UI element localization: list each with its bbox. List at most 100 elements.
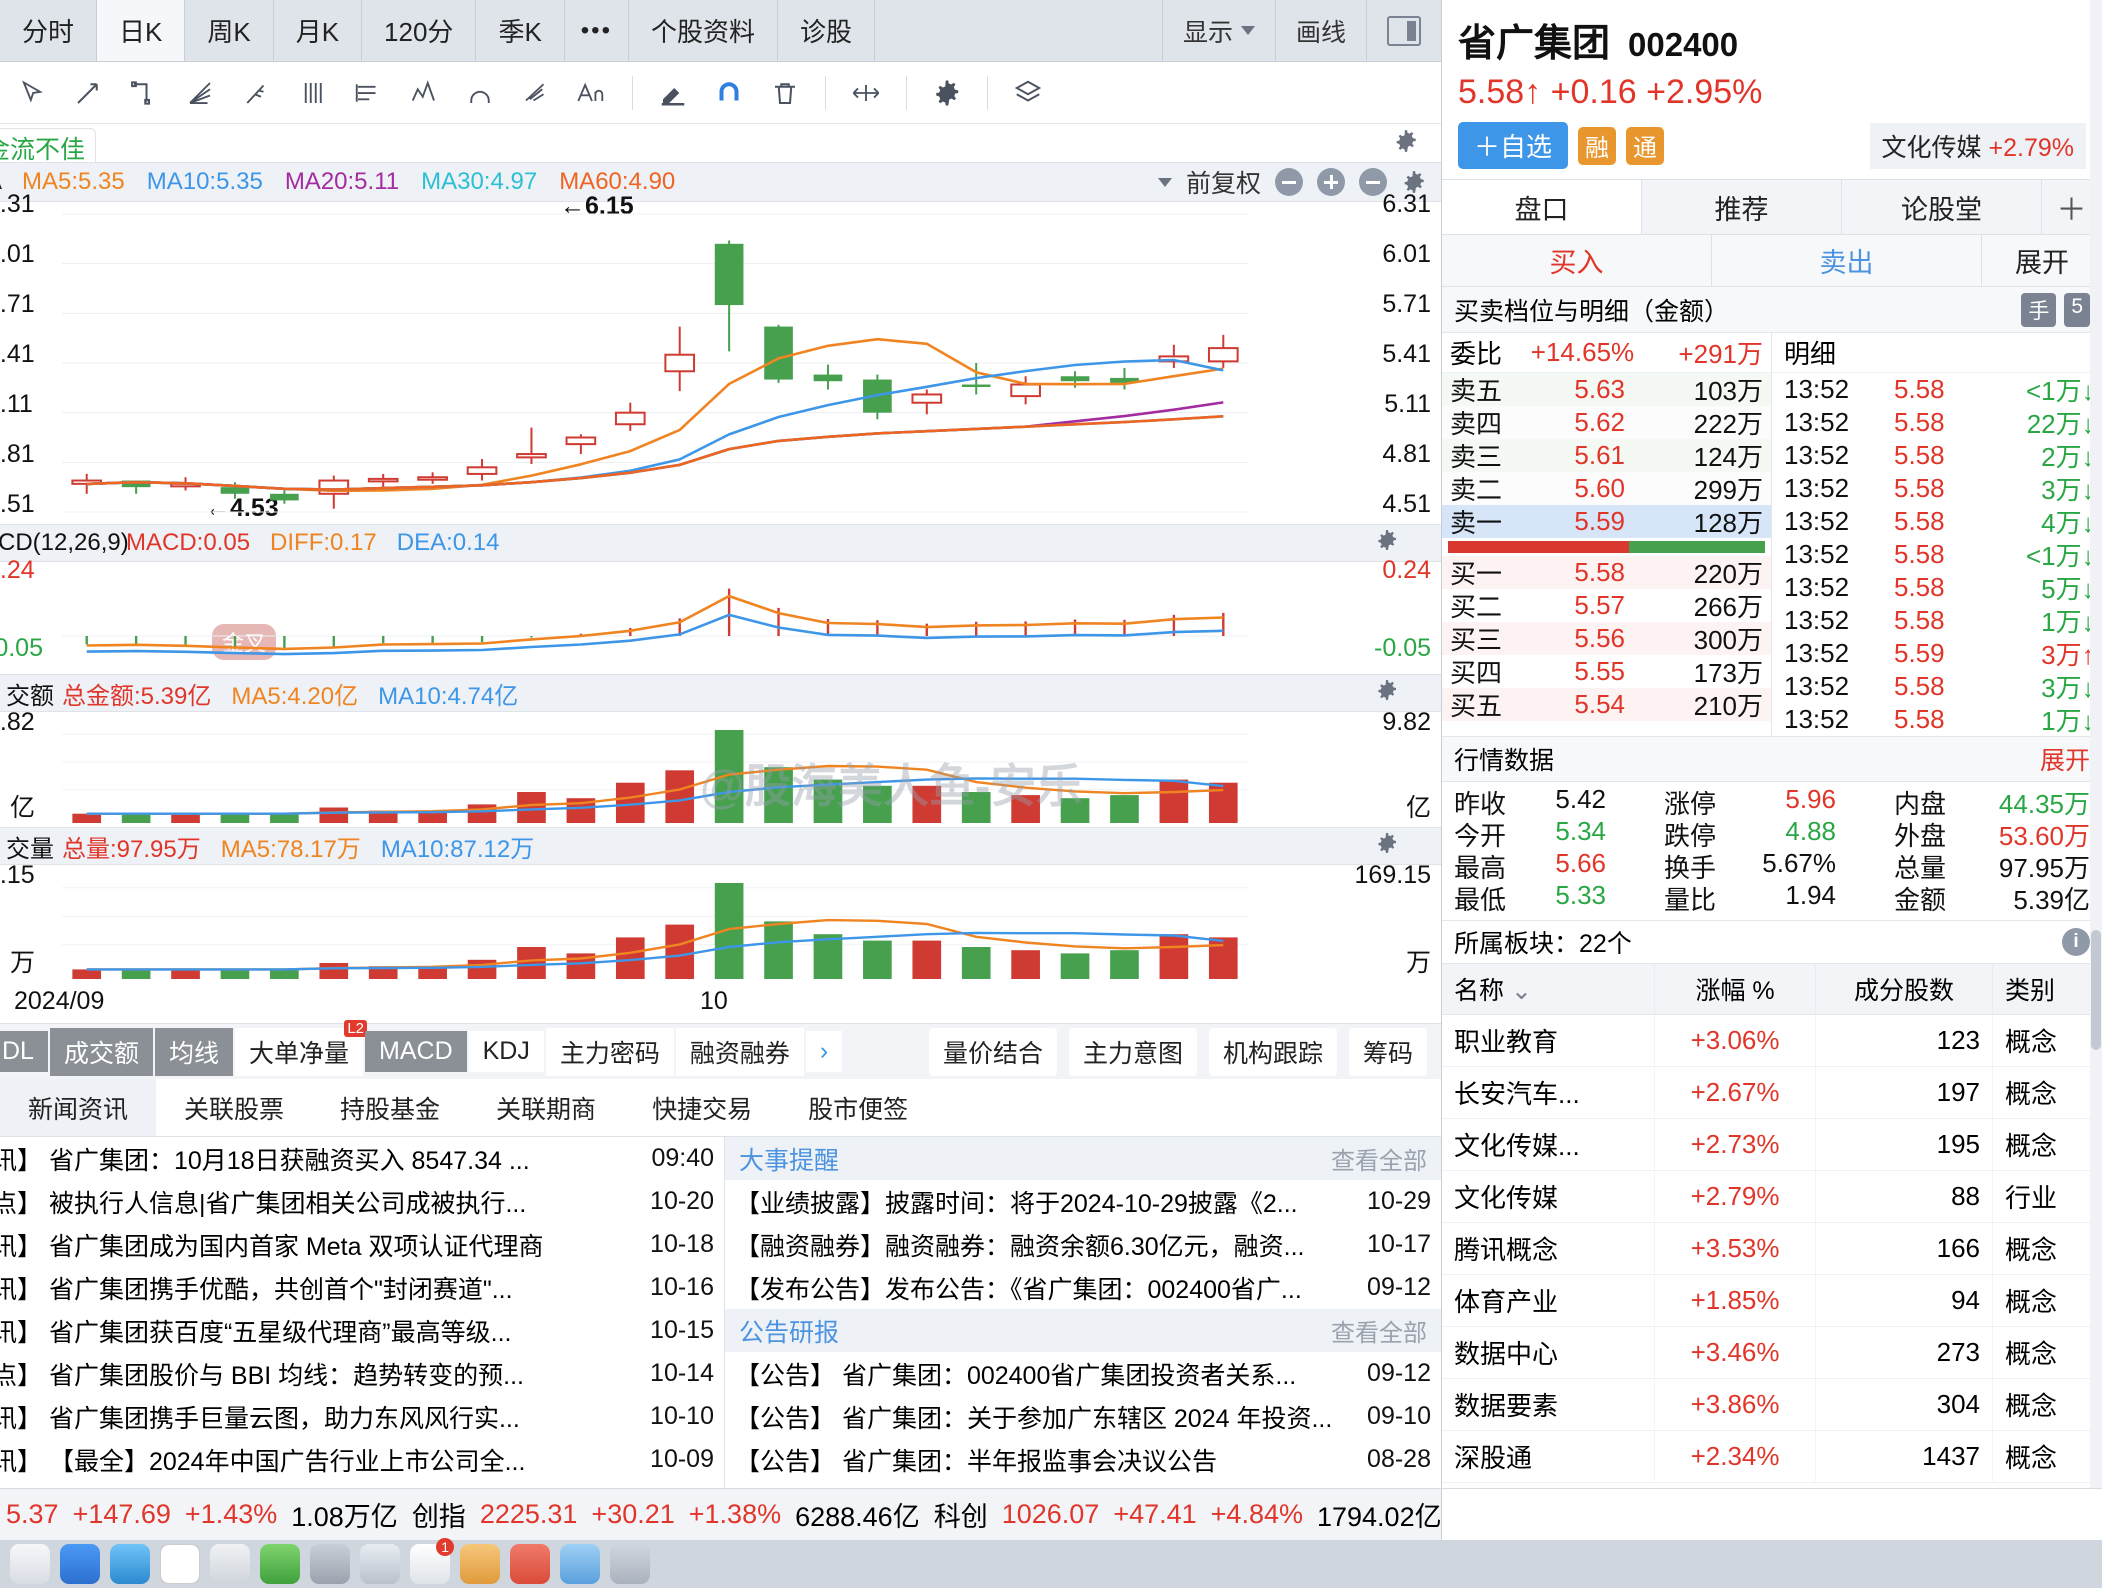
news-item[interactable]: 讯】 省广集团携手优酷，共创首个"封闭赛道"... 10-16 [0,1266,724,1309]
view-all-link[interactable]: 查看全部 [1331,1141,1427,1176]
dock-music-icon[interactable] [360,1544,400,1584]
dock-finder-icon[interactable] [10,1544,50,1584]
font-size-icon[interactable] [566,70,618,116]
orderbook-row[interactable]: 卖四 5.62 222万 [1442,406,1771,439]
announcement-item[interactable]: 【公告】 省广集团：半年报监事会决议公告 08-28 [725,1438,1441,1481]
dock-notes-icon[interactable] [210,1544,250,1584]
pitchfork-icon[interactable] [230,70,282,116]
sector-chip[interactable]: 文化传媒 +2.79% [1869,122,2086,169]
display-menu[interactable]: 显示 [1161,0,1275,61]
text-note-icon[interactable] [342,70,394,116]
news-item[interactable]: 讯】 省广集团成为国内首家 Meta 双项认证代理商 10-18 [0,1223,724,1266]
dock-app-icon[interactable]: 1 [410,1538,454,1584]
table-row[interactable]: 文化传媒 +2.79% 88 行业 [1442,1170,2102,1223]
cursor-icon[interactable] [6,70,58,116]
dock-store-icon[interactable] [460,1544,500,1584]
orderbook-row[interactable]: 卖三 5.61 124万 [1442,439,1771,472]
tab-fenshi[interactable]: 分时 [0,0,98,61]
ind-macd[interactable]: MACD [365,1031,467,1072]
table-row[interactable]: 数据中心 +3.46% 273 概念 [1442,1326,2102,1379]
fan-lines-icon[interactable] [174,70,226,116]
tab-quick-trade[interactable]: 快捷交易 [624,1079,780,1136]
right-panel-scrollbar[interactable] [2090,0,2102,1535]
depth-level-badge[interactable]: 5 [2064,292,2090,327]
dock-cloud-icon[interactable] [560,1544,600,1584]
price-chart[interactable]: 6.31 6.31 6.01 6.01 5.71 5.71 5.41 5.41 … [0,190,1441,524]
ind-price-volume[interactable]: 量价结合 [928,1027,1057,1076]
amount-settings-icon[interactable] [1375,678,1399,709]
tab-diagnose[interactable]: 诊股 [778,0,876,61]
volume-settings-icon[interactable] [1375,831,1399,862]
wave-lines-icon[interactable] [510,70,562,116]
orderbook-row[interactable]: 买五 5.54 210万 [1442,688,1771,721]
table-row[interactable]: 长安汽车... +2.67% 197 概念 [1442,1066,2102,1119]
tab-related-stocks[interactable]: 关联股票 [156,1079,312,1136]
more-periods-icon[interactable]: ••• [565,0,629,61]
tab-weekk[interactable]: 周K [185,0,274,61]
news-item[interactable]: 点】 省广集团股价与 BBI 均线：趋势转变的预... 10-14 [0,1352,724,1395]
settings-gear-icon[interactable] [921,70,973,116]
rtab-recommend[interactable]: 推荐 [1642,180,1842,234]
ind-main-code[interactable]: 主力密码 [545,1027,674,1076]
adjust-label[interactable]: 前复权 [1186,164,1261,200]
buy-button[interactable]: 买入 [1442,235,1712,286]
orderbook-row[interactable]: 买三 5.56 300万 [1442,622,1771,655]
news-item[interactable]: 讯】 省广集团携手巨量云图，助力东风风行实... 10-10 [0,1395,724,1438]
news-item[interactable]: 讯】 省广集团获百度“五星级代理商”最高等级... 10-15 [0,1309,724,1352]
dock-settings-icon[interactable] [310,1544,350,1584]
col-name[interactable]: 名称 ⌄ [1442,964,1655,1015]
tab-monthk[interactable]: 月K [274,0,363,61]
macd-chart[interactable]: 0.24 0.24 -0.05 -0.05 金叉 [0,556,1441,674]
rectangle-channel-icon[interactable] [118,70,170,116]
tab-stock-info[interactable]: 个股资料 [629,0,779,61]
scrollbar-thumb[interactable] [2091,930,2101,1050]
orderbook-row[interactable]: 买四 5.55 173万 [1442,655,1771,688]
tab-dayk[interactable]: 日K [97,0,186,61]
ind-amount[interactable]: 成交额 [49,1027,153,1076]
announcement-item[interactable]: 【公告】 省广集团：002400省广集团投资者关系... 09-12 [725,1352,1441,1395]
vertical-lines-icon[interactable] [286,70,338,116]
quote-expand[interactable]: 展开 [2040,741,2090,777]
trash-icon[interactable] [759,70,811,116]
dock-browser-icon[interactable] [60,1544,100,1584]
orderbook-row[interactable]: 卖五 5.63 103万 [1442,373,1771,406]
announcement-item[interactable]: 【公告】 省广集团：关于参加广东辖区 2024 年投资... 09-10 [725,1395,1441,1438]
trendline-icon[interactable] [62,70,114,116]
ind-ma[interactable]: 均线 [154,1027,233,1076]
ind-big-order-net[interactable]: 大单净量 L2 [235,1019,368,1076]
orderbook-row[interactable]: 买二 5.57 266万 [1442,589,1771,622]
tab-quarterk[interactable]: 季K [476,0,565,61]
dock-calendar-icon[interactable] [160,1544,200,1584]
chevron-down-icon[interactable] [1157,177,1172,187]
draw-line-menu[interactable]: 画线 [1274,0,1366,61]
macd-settings-icon[interactable] [1375,528,1399,559]
add-to-watchlist-button[interactable]: ＋自选 [1458,122,1569,169]
dock-mail-icon[interactable] [110,1544,150,1584]
rtab-forum[interactable]: 论股堂 [1842,180,2042,234]
news-item[interactable]: 讯】 【最全】2024年中国广告行业上市公司全... 10-09 [0,1438,724,1481]
volume-chart[interactable]: 9.15 169.15 万 万 [0,861,1441,983]
layers-icon[interactable] [1002,70,1054,116]
view-all-link[interactable]: 查看全部 [1331,1313,1427,1348]
orderbook-row[interactable]: 卖二 5.60 299万 [1442,472,1771,505]
news-item[interactable]: 点】 被执行人信息|省广集团相关公司成被执行... 10-20 [0,1180,724,1223]
table-row[interactable]: 深股通 +2.34% 1437 概念 [1442,1430,2102,1483]
tab-stock-notes[interactable]: 股市便签 [780,1079,936,1136]
ind-main-intent[interactable]: 主力意图 [1068,1027,1197,1076]
ind-dl[interactable]: DL [0,1031,48,1072]
orderbook-row[interactable]: 买一 5.58 220万 [1442,556,1771,589]
table-row[interactable]: 体育产业 +1.85% 94 概念 [1442,1274,2102,1327]
table-row[interactable]: 腾讯概念 +3.53% 166 概念 [1442,1222,2102,1275]
col-pct[interactable]: 涨幅 % [1654,964,1817,1015]
table-row[interactable]: 文化传媒... +2.73% 195 概念 [1442,1118,2102,1171]
table-row[interactable]: 数据要素 +3.86% 304 概念 [1442,1378,2102,1431]
rtab-orderbook[interactable]: 盘口 [1442,180,1642,234]
zigzag-icon[interactable] [398,70,450,116]
event-item[interactable]: 【融资融券】融资融券：融资余额6.30亿元，融资... 10-17 [725,1223,1441,1266]
dock-trash-icon[interactable] [610,1544,650,1584]
zoom-out-icon[interactable] [1275,168,1303,196]
tab-120min[interactable]: 120分 [362,0,477,61]
event-item[interactable]: 【业绩披露】披露时间：将于2024-10-29披露《2... 10-29 [725,1180,1441,1223]
arc-icon[interactable] [454,70,506,116]
table-row[interactable]: 职业教育 +3.06% 123 概念 [1442,1014,2102,1067]
